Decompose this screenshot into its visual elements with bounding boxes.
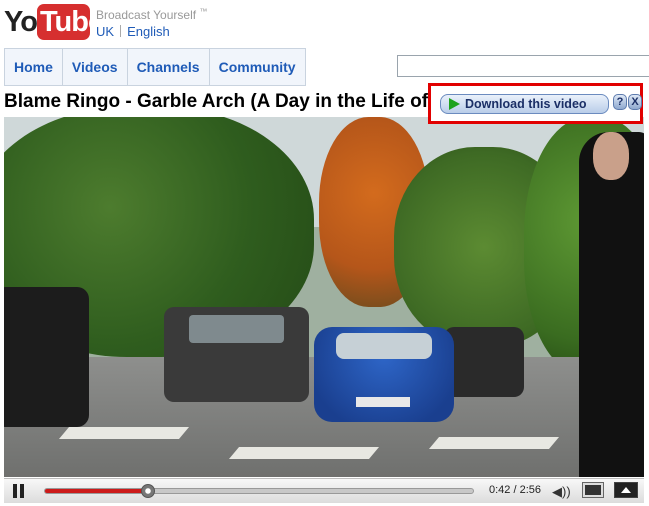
pause-icon[interactable] (12, 484, 26, 498)
tagline: Broadcast Yourself ™ (96, 7, 207, 22)
video-title: Blame Ringo - Garble Arch (A Day in the … (4, 91, 429, 112)
logo-tube-box: Tube (37, 4, 104, 40)
seek-scrubber-handle[interactable] (140, 484, 155, 498)
video-frame-dark-car (444, 327, 524, 397)
person-head (593, 132, 629, 180)
blue-car-plate (356, 397, 410, 407)
help-button[interactable]: ? (613, 94, 627, 110)
nav-community[interactable]: Community (210, 49, 305, 85)
video-frame-black-cab (4, 287, 89, 427)
seek-bar[interactable] (44, 484, 474, 498)
seek-bar-played (45, 489, 148, 493)
nav-videos[interactable]: Videos (63, 49, 128, 85)
nav-channels[interactable]: Channels (128, 49, 210, 85)
search-input[interactable] (397, 55, 649, 77)
play-arrow-icon (449, 98, 460, 110)
crossing-stripe (428, 437, 560, 449)
time-display: 0:42 / 2:56 (489, 484, 542, 496)
volume-icon[interactable]: ◀)) (552, 484, 571, 500)
video-player[interactable] (4, 117, 644, 477)
tagline-text: Broadcast Yourself (96, 8, 197, 22)
current-time: 0:42 (489, 484, 511, 496)
youtube-logo[interactable]: You Tube (4, 4, 104, 40)
fullscreen-button[interactable] (614, 482, 638, 498)
language-link[interactable]: English (127, 24, 170, 39)
close-button[interactable]: X (628, 94, 642, 110)
video-frame-taxi (164, 307, 309, 402)
video-frame-blue-car (314, 327, 454, 422)
logo-tube-text: Tube (40, 6, 104, 38)
crossing-stripe (228, 447, 380, 459)
country-link[interactable]: UK (96, 24, 114, 39)
player-size-button[interactable] (582, 482, 604, 498)
locale-divider (120, 25, 122, 37)
download-overlay: Download this video ? X (428, 83, 643, 124)
blue-car-window (336, 333, 432, 359)
trademark-mark: ™ (199, 7, 208, 16)
crossing-stripe (58, 427, 190, 439)
duration: 2:56 (519, 484, 542, 496)
video-frame-person (579, 132, 644, 477)
taxi-window (189, 315, 284, 343)
main-nav: Home Videos Channels Community (4, 48, 306, 86)
download-button-label: Download this video (465, 97, 587, 111)
download-video-button[interactable]: Download this video (440, 94, 609, 114)
player-controls: 0:42 / 2:56 ◀)) (4, 478, 644, 503)
nav-home[interactable]: Home (5, 49, 63, 85)
locale-selector: UK English (96, 24, 170, 39)
